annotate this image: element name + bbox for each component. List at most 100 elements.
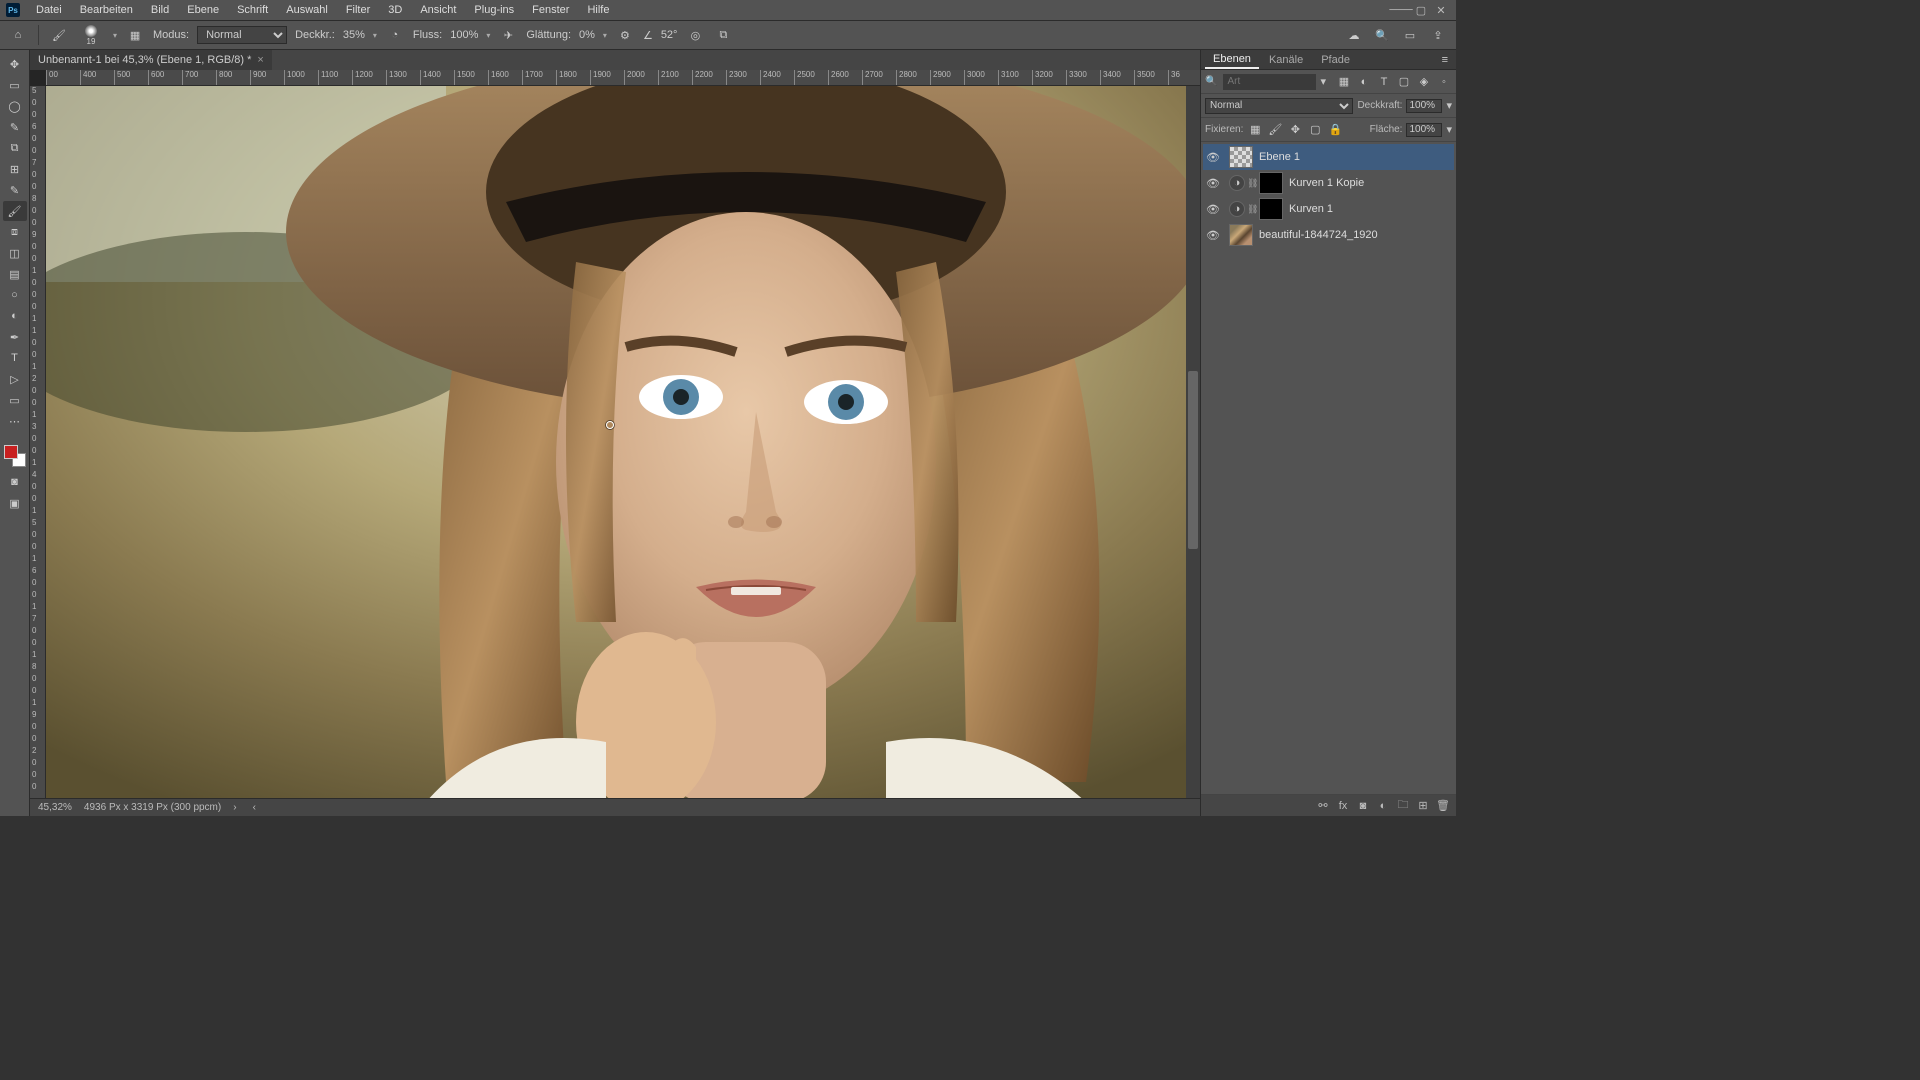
more-tools[interactable]: ⋯ xyxy=(3,411,27,431)
layer-mask-icon[interactable]: ◙ xyxy=(1354,798,1372,814)
layer-opacity-input[interactable] xyxy=(1406,99,1442,113)
clone-stamp-tool[interactable]: ⧈ xyxy=(3,222,27,242)
layer-name[interactable]: Kurven 1 xyxy=(1289,203,1333,215)
layer-name[interactable]: Ebene 1 xyxy=(1259,151,1300,163)
blur-tool[interactable]: ○ xyxy=(3,285,27,305)
marquee-tool[interactable]: ▭ xyxy=(3,75,27,95)
lock-position-icon[interactable]: ✥ xyxy=(1287,122,1303,138)
layer-group-icon[interactable]: 🗀 xyxy=(1394,798,1412,814)
window-maximize-button[interactable]: ▢ xyxy=(1412,3,1430,17)
mask-thumbnail[interactable] xyxy=(1259,198,1283,220)
pressure-size-icon[interactable]: ◎ xyxy=(685,25,705,45)
home-icon[interactable]: ⌂ xyxy=(8,25,28,45)
tab-pfade[interactable]: Pfade xyxy=(1313,52,1358,68)
search-icon[interactable]: 🔍 xyxy=(1372,25,1392,45)
menu-bild[interactable]: Bild xyxy=(143,2,177,18)
filter-dropdown-icon[interactable]: ▾ xyxy=(1320,75,1326,88)
shape-tool[interactable]: ▭ xyxy=(3,390,27,410)
share-icon[interactable]: ⇪ xyxy=(1428,25,1448,45)
lock-artboard-icon[interactable]: ▢ xyxy=(1307,122,1323,138)
screen-mode-tool[interactable]: ▣ xyxy=(3,493,27,513)
status-nav-left-icon[interactable]: ‹ xyxy=(253,802,256,813)
visibility-icon[interactable]: 👁 xyxy=(1205,149,1221,165)
mask-link-icon[interactable]: ⛓ xyxy=(1247,178,1257,189)
menu-hilfe[interactable]: Hilfe xyxy=(579,2,617,18)
layer-search-input[interactable] xyxy=(1223,74,1316,90)
layer-row[interactable]: 👁 Ebene 1 xyxy=(1203,144,1454,170)
frame-tool[interactable]: ⊞ xyxy=(3,159,27,179)
brush-tool[interactable]: 🖌 xyxy=(3,201,27,221)
visibility-icon[interactable]: 👁 xyxy=(1205,227,1221,243)
new-layer-icon[interactable]: ⊞ xyxy=(1414,798,1432,814)
cloud-docs-icon[interactable]: ☁ xyxy=(1344,25,1364,45)
brush-panel-icon[interactable]: ▦ xyxy=(125,25,145,45)
layer-row[interactable]: 👁 ◑ ⛓ Kurven 1 Kopie xyxy=(1203,170,1454,196)
menu-ansicht[interactable]: Ansicht xyxy=(412,2,464,18)
vertical-scrollbar[interactable] xyxy=(1186,86,1200,798)
lock-pixels-icon[interactable]: 🖌 xyxy=(1267,122,1283,138)
blend-mode-select[interactable]: Normal xyxy=(197,26,287,44)
airbrush-icon[interactable]: ✈ xyxy=(498,25,518,45)
gradient-tool[interactable]: ▤ xyxy=(3,264,27,284)
visibility-icon[interactable]: 👁 xyxy=(1205,175,1221,191)
filter-shape-icon[interactable]: ▢ xyxy=(1396,74,1412,90)
filter-text-icon[interactable]: T xyxy=(1376,74,1392,90)
layer-row[interactable]: 👁 beautiful-1844724_1920 xyxy=(1203,222,1454,248)
layer-name[interactable]: beautiful-1844724_1920 xyxy=(1259,229,1378,241)
brush-dropdown-icon[interactable]: ▾ xyxy=(113,31,117,40)
lasso-tool[interactable]: ◯ xyxy=(3,96,27,116)
vertical-ruler[interactable]: 5006007008009001000110012001300140015001… xyxy=(30,86,46,798)
text-tool[interactable]: T xyxy=(3,348,27,368)
close-tab-icon[interactable]: × xyxy=(257,54,263,66)
document-info[interactable]: 4936 Px x 3319 Px (300 ppcm) xyxy=(84,802,221,813)
menu-schrift[interactable]: Schrift xyxy=(229,2,276,18)
layer-row[interactable]: 👁 ◑ ⛓ Kurven 1 xyxy=(1203,196,1454,222)
opacity-dropdown-icon[interactable]: ▾ xyxy=(373,31,377,40)
filter-toggle-icon[interactable]: ◦ xyxy=(1436,74,1452,90)
menu-auswahl[interactable]: Auswahl xyxy=(278,2,336,18)
delete-layer-icon[interactable]: 🗑 xyxy=(1434,798,1452,814)
menu-filter[interactable]: Filter xyxy=(338,2,378,18)
angle-value[interactable]: 52° xyxy=(661,29,678,41)
layer-blend-mode-select[interactable]: Normal xyxy=(1205,98,1353,114)
filter-pixel-icon[interactable]: ▦ xyxy=(1336,74,1352,90)
layer-name[interactable]: Kurven 1 Kopie xyxy=(1289,177,1364,189)
workspace-icon[interactable]: ▭ xyxy=(1400,25,1420,45)
layer-fill-input[interactable] xyxy=(1406,123,1442,137)
smoothing-gear-icon[interactable]: ⚙ xyxy=(615,25,635,45)
scrollbar-thumb[interactable] xyxy=(1188,371,1198,549)
pressure-opacity-icon[interactable]: ◔ xyxy=(385,25,405,45)
menu-bearbeiten[interactable]: Bearbeiten xyxy=(72,2,141,18)
menu-fenster[interactable]: Fenster xyxy=(524,2,577,18)
document-tab[interactable]: Unbenannt-1 bei 45,3% (Ebene 1, RGB/8) *… xyxy=(30,50,272,70)
menu-3d[interactable]: 3D xyxy=(380,2,410,18)
window-minimize-button[interactable]: ─── xyxy=(1392,3,1410,17)
layer-opacity-dropdown-icon[interactable]: ▾ xyxy=(1446,99,1452,112)
layer-thumbnail[interactable] xyxy=(1229,146,1253,168)
eraser-tool[interactable]: ◫ xyxy=(3,243,27,263)
symmetry-icon[interactable]: ⧉ xyxy=(713,25,733,45)
filter-adjust-icon[interactable]: ◐ xyxy=(1356,74,1372,90)
panel-menu-icon[interactable]: ≡ xyxy=(1438,54,1452,66)
lock-transparency-icon[interactable]: ▦ xyxy=(1247,122,1263,138)
move-tool[interactable]: ✥ xyxy=(3,54,27,74)
tab-kanaele[interactable]: Kanäle xyxy=(1261,52,1311,68)
visibility-icon[interactable]: 👁 xyxy=(1205,201,1221,217)
smoothing-dropdown-icon[interactable]: ▾ xyxy=(603,31,607,40)
menu-datei[interactable]: Datei xyxy=(28,2,70,18)
foreground-color[interactable] xyxy=(4,445,18,459)
flow-dropdown-icon[interactable]: ▾ xyxy=(486,31,490,40)
adjustment-icon[interactable]: ◑ xyxy=(1229,175,1245,191)
pen-tool[interactable]: ✒ xyxy=(3,327,27,347)
status-arrow-icon[interactable]: › xyxy=(233,802,236,813)
quick-mask-tool[interactable]: ◙ xyxy=(3,472,27,492)
tab-ebenen[interactable]: Ebenen xyxy=(1205,51,1259,69)
menu-plugins[interactable]: Plug-ins xyxy=(466,2,522,18)
adjustment-icon[interactable]: ◑ xyxy=(1229,201,1245,217)
crop-tool[interactable]: ⧉ xyxy=(3,138,27,158)
zoom-level[interactable]: 45,32% xyxy=(38,802,72,813)
eyedropper-tool[interactable]: ✎ xyxy=(3,180,27,200)
canvas[interactable] xyxy=(46,86,1200,798)
adjustment-layer-icon[interactable]: ◐ xyxy=(1374,798,1392,814)
link-layers-icon[interactable]: ⚯ xyxy=(1314,798,1332,814)
